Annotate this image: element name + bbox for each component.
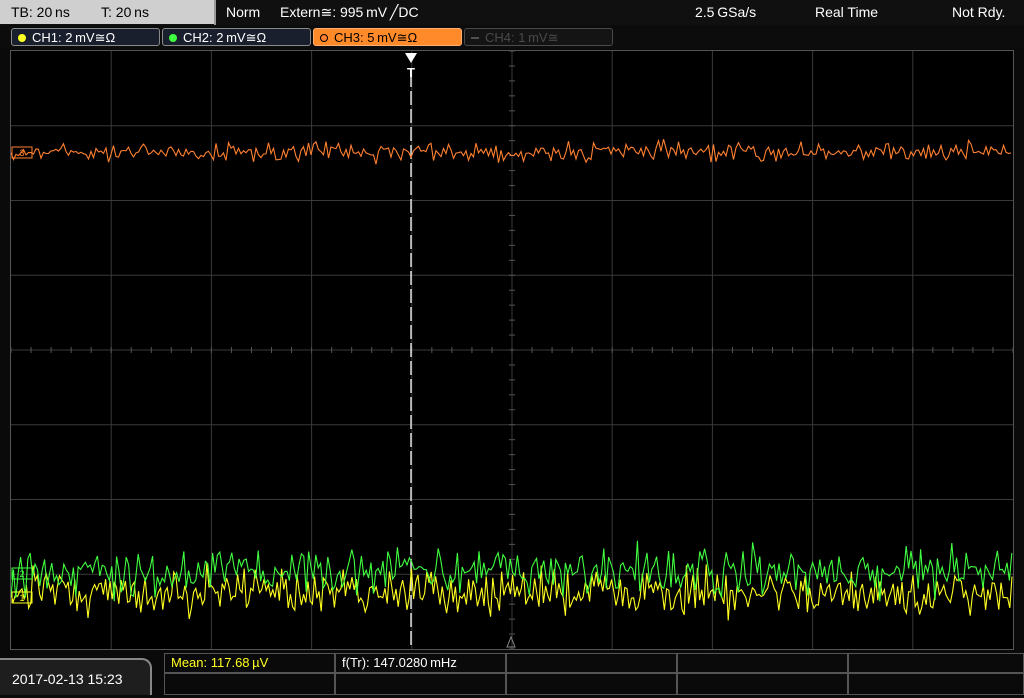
trigger-source[interactable]: Extern≅: 995 mV ╱DC bbox=[280, 0, 419, 24]
measurement-mean[interactable]: Mean: 117.68 µV bbox=[164, 653, 335, 673]
channel-3-label: CH3: 5 mV≅Ω bbox=[334, 30, 418, 45]
trigger-marker-label: T bbox=[407, 65, 415, 80]
channel-4-dash-icon bbox=[471, 37, 479, 39]
channel-1-label: CH1: 2 mV≅Ω bbox=[32, 30, 116, 45]
measurement-frequency-label: f(Tr): 147.0280 mHz bbox=[342, 655, 457, 670]
channel-2-dot-icon bbox=[169, 34, 177, 42]
trigger-mode[interactable]: Norm bbox=[226, 0, 260, 24]
measurement-slot-4[interactable] bbox=[677, 653, 848, 673]
measurement-slot-7[interactable] bbox=[335, 673, 506, 695]
timebase-box[interactable]: TB: 20 ns T: 20 ns bbox=[0, 0, 214, 24]
channel-3-trace bbox=[11, 138, 1012, 165]
datetime-label: 2017-02-13 15:23 bbox=[12, 671, 123, 687]
acquisition-mode: Real Time bbox=[815, 4, 879, 20]
channel-2-tab[interactable]: CH2: 2 mV≅Ω bbox=[162, 28, 311, 46]
channel-1-tab[interactable]: CH1: 2 mV≅Ω bbox=[11, 28, 160, 46]
channel-2-marker-label: 2 bbox=[19, 569, 24, 579]
channel-4-tab[interactable]: CH4: 1 mV≅ bbox=[464, 28, 613, 46]
channel-3-marker-label: 3 bbox=[19, 148, 24, 158]
datetime-display: 2017-02-13 15:23 bbox=[0, 658, 152, 695]
channel-2-label: CH2: 2 mV≅Ω bbox=[183, 30, 267, 45]
measurement-slot-8[interactable] bbox=[506, 673, 677, 695]
waveform-canvas[interactable]: T 3 2 1 bbox=[11, 51, 1013, 649]
trigger-arrow-icon bbox=[405, 53, 417, 63]
measurement-slot-3[interactable] bbox=[506, 653, 677, 673]
header-divider bbox=[214, 0, 216, 25]
measurement-mean-label: Mean: 117.68 µV bbox=[171, 655, 269, 670]
measurement-slot-5[interactable] bbox=[848, 653, 1024, 673]
channel-2-ground-marker[interactable]: 2 bbox=[11, 567, 33, 580]
timebase-label: TB: 20 ns bbox=[11, 4, 70, 20]
channel-4-label: CH4: 1 mV≅ bbox=[485, 30, 559, 45]
channel-3-tab[interactable]: CH3: 5 mV≅Ω bbox=[313, 28, 462, 46]
acquisition-status: Not Rdy. bbox=[952, 4, 1006, 20]
channel-1-dot-icon bbox=[18, 34, 26, 42]
graticule bbox=[11, 51, 1013, 649]
time-reference-icon bbox=[506, 635, 516, 648]
measurement-slot-9[interactable] bbox=[677, 673, 848, 695]
status-bar: TB: 20 ns T: 20 ns Norm Extern≅: 995 mV … bbox=[0, 0, 1024, 25]
channel-3-dot-icon bbox=[320, 34, 328, 42]
trigger-time-label: T: 20 ns bbox=[101, 4, 149, 20]
measurement-slot-10[interactable] bbox=[848, 673, 1024, 695]
channel-1-marker-label: 1 bbox=[19, 593, 24, 603]
channel-bar: CH1: 2 mV≅Ω CH2: 2 mV≅Ω CH3: 5 mV≅Ω CH4:… bbox=[0, 25, 1024, 49]
measurement-frequency[interactable]: f(Tr): 147.0280 mHz bbox=[335, 653, 506, 673]
sample-rate: 2.5 GSa/s bbox=[695, 4, 757, 20]
measurement-slot-6[interactable] bbox=[164, 673, 335, 695]
